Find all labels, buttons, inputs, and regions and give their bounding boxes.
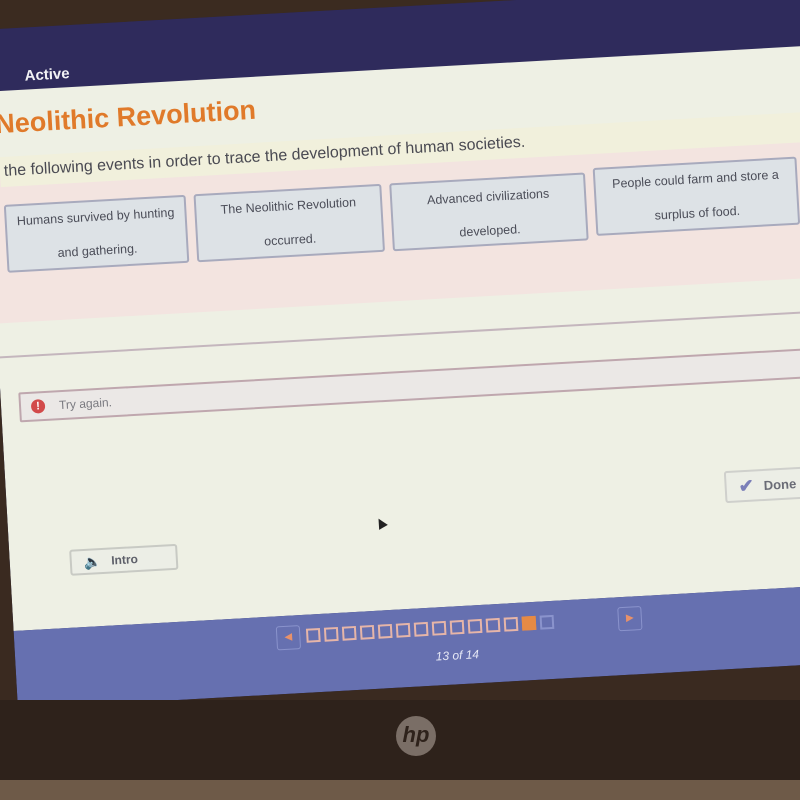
checkmark-icon: ✔ bbox=[738, 475, 755, 496]
page-title: Neolithic Revolution bbox=[0, 94, 257, 140]
done-label: Done bbox=[763, 475, 797, 493]
progress-box-14[interactable] bbox=[539, 614, 555, 630]
triangle-left-icon: ◀ bbox=[284, 631, 293, 643]
triangle-right-icon: ▶ bbox=[625, 612, 634, 624]
page-count: 13 of 14 bbox=[435, 647, 480, 664]
event-tile[interactable]: Advanced civilizations developed. bbox=[389, 172, 589, 252]
event-tile[interactable]: People could farm and store a surplus of… bbox=[592, 156, 800, 236]
progress-box-5[interactable] bbox=[377, 623, 393, 639]
progress-box-11[interactable] bbox=[485, 617, 501, 633]
screen: Active Neolithic Revolution the followin… bbox=[0, 0, 800, 709]
event-tile[interactable]: The Neolithic Revolution occurred. bbox=[193, 183, 386, 263]
progress-box-7[interactable] bbox=[413, 621, 429, 637]
progress-box-4[interactable] bbox=[359, 624, 375, 640]
next-button[interactable]: ▶ bbox=[617, 605, 643, 632]
activity-content: Neolithic Revolution the following event… bbox=[0, 43, 800, 632]
progress-box-3[interactable] bbox=[341, 625, 357, 641]
intro-label: Intro bbox=[110, 552, 139, 568]
progress-box-6[interactable] bbox=[395, 622, 411, 638]
progress-box-13[interactable] bbox=[521, 615, 537, 631]
speaker-icon: 🔈 bbox=[83, 552, 102, 570]
status-label: Active bbox=[24, 65, 71, 85]
progress-box-8[interactable] bbox=[431, 620, 447, 636]
progress-box-2[interactable] bbox=[323, 626, 339, 642]
hp-logo: hp bbox=[396, 716, 436, 756]
progress-box-9[interactable] bbox=[449, 619, 465, 635]
progress-boxes bbox=[305, 614, 555, 643]
event-tile[interactable]: Humans survived by hunting and gathering… bbox=[3, 194, 190, 273]
progress-box-10[interactable] bbox=[467, 618, 483, 634]
done-button[interactable]: ✔ Done bbox=[723, 464, 800, 504]
alert-icon: ! bbox=[30, 398, 46, 414]
feedback-banner: ! Try again. bbox=[18, 345, 800, 423]
desk-surface bbox=[0, 780, 800, 800]
intro-button[interactable]: 🔈 Intro bbox=[69, 543, 179, 576]
progress-box-12[interactable] bbox=[503, 616, 519, 632]
feedback-text: Try again. bbox=[58, 395, 113, 413]
progress-box-1[interactable] bbox=[305, 627, 321, 643]
previous-button[interactable]: ◀ bbox=[275, 625, 302, 651]
